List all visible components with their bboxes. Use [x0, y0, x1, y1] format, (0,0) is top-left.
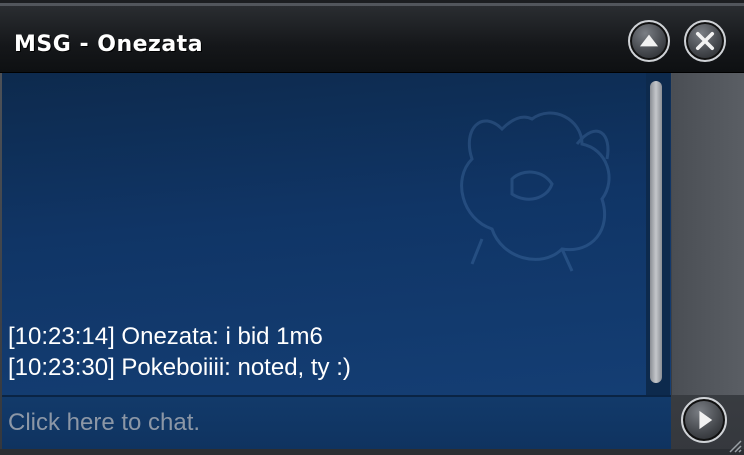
chat-history-panel: [10:23:14] Onezata: i bid 1m6 [10:23:30]…	[2, 73, 671, 395]
window-bottom-edge	[0, 449, 744, 455]
chat-message: [10:23:30] Pokeboiiii: noted, ty :)	[8, 354, 351, 381]
window-side-rail	[672, 73, 744, 395]
chat-message: [10:23:14] Onezata: i bid 1m6	[8, 323, 323, 350]
scrollbar-thumb[interactable]	[650, 81, 662, 383]
window-titlebar[interactable]: MSG - Onezata	[0, 6, 744, 73]
close-button[interactable]	[684, 20, 726, 62]
resize-grip-icon[interactable]	[726, 437, 742, 453]
message-window: MSG - Onezata [10:23:14] Onezata: i bid …	[0, 0, 744, 455]
pokemon-watermark-icon	[460, 111, 611, 272]
chat-input-bar	[2, 395, 671, 449]
window-title: MSG - Onezata	[14, 32, 204, 57]
message-list: [10:23:14] Onezata: i bid 1m6 [10:23:30]…	[8, 321, 638, 383]
minimize-button[interactable]	[628, 20, 670, 62]
send-button[interactable]	[681, 397, 727, 443]
chat-input[interactable]	[2, 397, 671, 449]
